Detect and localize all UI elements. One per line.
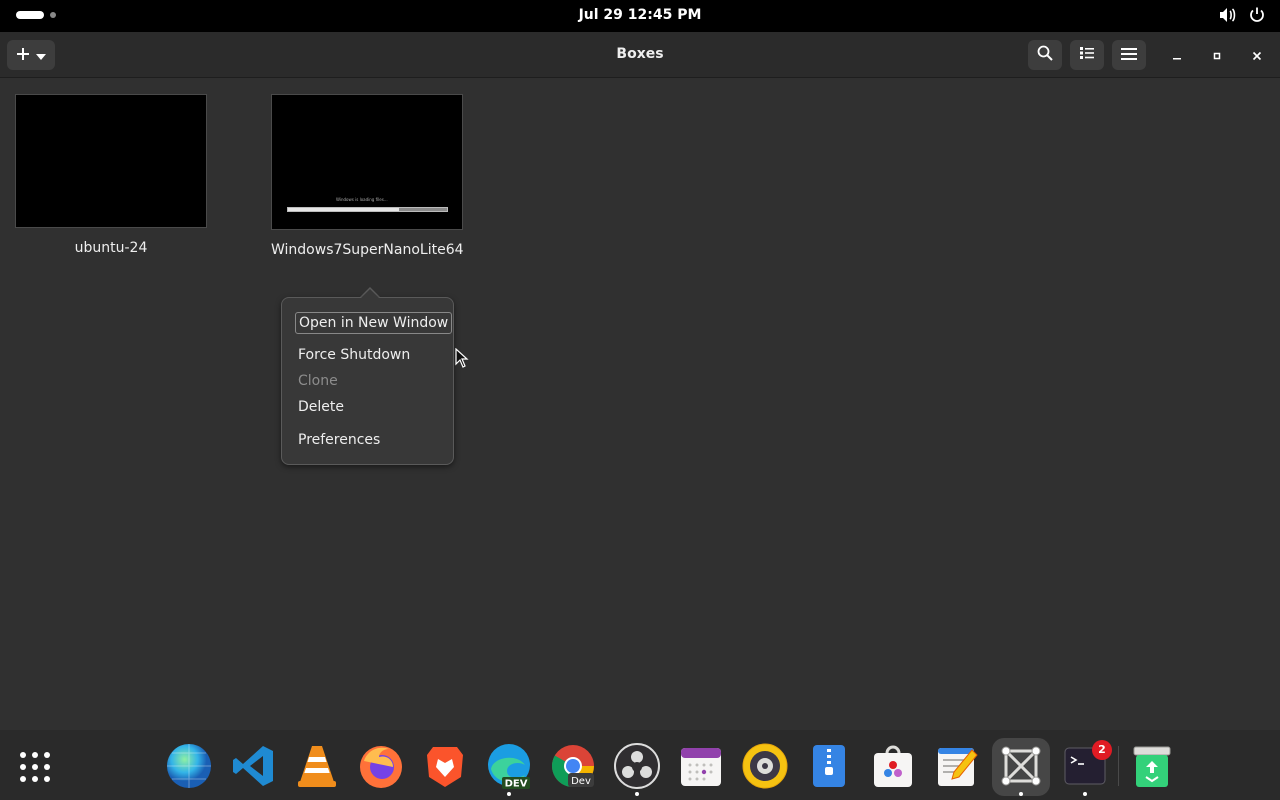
running-indicator: [635, 792, 639, 796]
system-tray[interactable]: [1218, 6, 1266, 24]
power-icon[interactable]: [1248, 6, 1266, 24]
vscode-icon[interactable]: [229, 742, 277, 790]
main-menu-button[interactable]: [1112, 40, 1146, 70]
box-label: Windows7SuperNanoLite64: [271, 242, 464, 258]
box-thumbnail[interactable]: Windows is loading files...: [271, 94, 463, 230]
menu-item-preferences[interactable]: Preferences: [298, 432, 380, 448]
box-tile-ubuntu[interactable]: ubuntu-24: [15, 94, 207, 256]
terminal-notification-badge: 2: [1092, 740, 1112, 760]
dock-separator: [1118, 746, 1119, 786]
view-toggle-button[interactable]: [1070, 40, 1104, 70]
boxes-icon[interactable]: [997, 742, 1045, 790]
calendar-icon[interactable]: [677, 742, 725, 790]
maximize-icon: [1212, 46, 1222, 65]
list-view-icon: [1079, 45, 1095, 65]
obs-studio-icon[interactable]: [613, 742, 661, 790]
popover-arrow: [360, 289, 380, 299]
box-context-menu: Open in New Window Force Shutdown Clone …: [281, 297, 454, 465]
minimize-button[interactable]: [1167, 45, 1187, 65]
running-indicator: [1019, 792, 1023, 796]
hamburger-menu-icon: [1121, 46, 1137, 65]
web-browser-icon[interactable]: [165, 742, 213, 790]
box-tile-windows7[interactable]: Windows is loading files... Windows7Supe…: [271, 94, 464, 258]
brave-icon[interactable]: [421, 742, 469, 790]
chrome-dev-label: Dev: [571, 776, 591, 787]
box-thumbnail[interactable]: [15, 94, 207, 228]
text-editor-icon[interactable]: [933, 742, 981, 790]
close-button[interactable]: [1247, 45, 1267, 65]
search-icon: [1037, 45, 1053, 65]
running-indicator: [1083, 792, 1087, 796]
edge-dev-label: DEV: [505, 779, 528, 790]
header-bar: Boxes: [0, 32, 1280, 78]
menu-item-force-shutdown[interactable]: Force Shutdown: [298, 347, 410, 363]
boxes-window: Boxes ubuntu-24 Windows is loading files…: [0, 32, 1280, 730]
menu-item-open-new-window[interactable]: Open in New Window: [295, 312, 453, 334]
boot-progress-bar: [287, 207, 448, 212]
vlc-icon[interactable]: [293, 742, 341, 790]
maximize-button[interactable]: [1207, 45, 1227, 65]
software-store-icon[interactable]: [869, 742, 917, 790]
volume-icon[interactable]: [1218, 6, 1236, 24]
close-icon: [1252, 46, 1262, 65]
firefox-icon[interactable]: [357, 742, 405, 790]
mouse-cursor-icon: [455, 347, 469, 372]
running-indicator: [507, 792, 511, 796]
minimize-icon: [1172, 46, 1182, 65]
top-bar: Jul 29 12:45 PM: [0, 0, 1280, 32]
boot-screen-text: Windows is loading files...: [336, 197, 388, 202]
menu-item-delete[interactable]: Delete: [298, 399, 344, 415]
boot-progress-fill: [288, 208, 400, 211]
rhythmbox-icon[interactable]: [741, 742, 789, 790]
box-label: ubuntu-24: [74, 240, 148, 256]
chrome-dev-icon[interactable]: Dev: [549, 742, 597, 790]
edge-dev-icon[interactable]: DEV: [485, 742, 533, 790]
menu-item-clone: Clone: [298, 373, 338, 389]
search-button[interactable]: [1028, 40, 1062, 70]
show-apps-button[interactable]: [18, 750, 52, 784]
file-archiver-icon[interactable]: [805, 742, 853, 790]
trash-icon[interactable]: [1128, 742, 1176, 790]
clock[interactable]: Jul 29 12:45 PM: [0, 7, 1280, 23]
